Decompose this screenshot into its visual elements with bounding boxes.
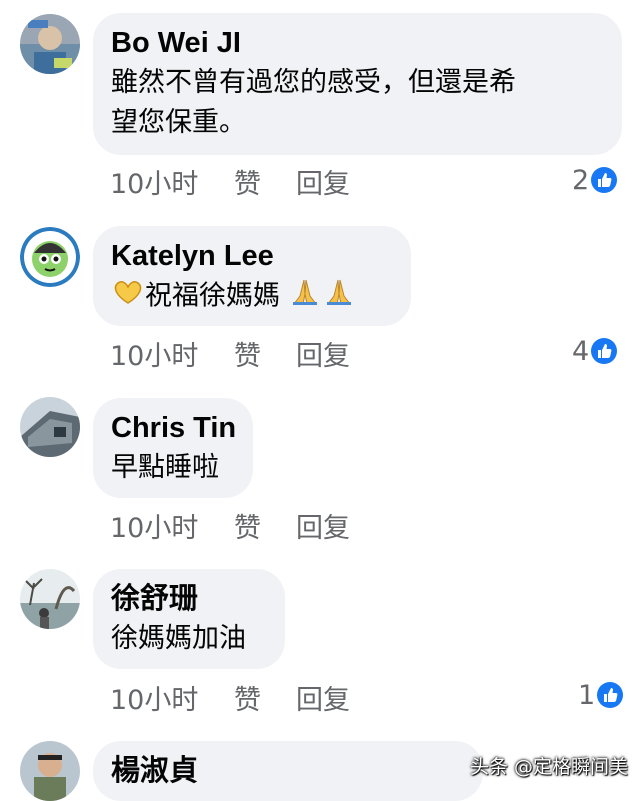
avatar[interactable]	[20, 14, 80, 74]
comment-actions: 10小时 赞回复	[110, 683, 350, 719]
comment-text-line: 望您保重。	[111, 107, 246, 138]
reaction-count-number: 1	[578, 679, 596, 711]
avatar[interactable]	[20, 569, 80, 629]
comment-bubble: 徐舒珊 徐媽媽加油	[93, 569, 285, 669]
folded-hands-icon	[324, 276, 354, 318]
reaction-count-number: 2	[572, 164, 590, 196]
reaction-count[interactable]: 1	[578, 677, 624, 713]
comment-text-content: 祝福徐媽媽	[145, 280, 280, 312]
reply-button[interactable]: 回复	[296, 511, 350, 547]
avatar[interactable]	[20, 397, 80, 457]
reply-button[interactable]: 回复	[296, 339, 350, 375]
comment-text: 祝福徐媽媽	[111, 276, 393, 318]
comment-author[interactable]: 徐舒珊	[111, 581, 267, 617]
comment-actions: 10小时 赞回复	[110, 511, 350, 547]
watermark-text: 头条 @定格瞬间美	[469, 756, 628, 778]
comment-bubble: 楊淑貞	[93, 741, 483, 801]
reaction-count[interactable]: 2	[572, 162, 618, 198]
thumbs-up-icon	[591, 337, 618, 364]
avatar[interactable]	[20, 741, 80, 801]
comment-timestamp: 10小时	[110, 169, 199, 200]
reply-button[interactable]: 回复	[296, 167, 350, 203]
reply-button[interactable]: 回复	[296, 683, 350, 719]
comment-text: 徐媽媽加油	[111, 623, 246, 654]
reaction-count-number: 4	[572, 335, 590, 367]
like-button[interactable]: 赞	[234, 511, 296, 547]
comment-bubble: Chris Tin 早點睡啦	[93, 398, 253, 498]
heart-hands-emoji-icon	[111, 277, 145, 317]
comment-timestamp: 10小时	[110, 513, 199, 544]
comment-author[interactable]: Bo Wei JI	[111, 25, 604, 61]
comment-timestamp: 10小时	[110, 341, 199, 372]
comment-actions: 10小时 赞回复	[110, 339, 350, 375]
like-button[interactable]: 赞	[234, 683, 296, 719]
comment-text: 雖然不曾有過您的感受，但還是希 望您保重。	[111, 63, 604, 143]
like-button[interactable]: 赞	[234, 167, 296, 203]
reaction-count[interactable]: 4	[572, 333, 618, 369]
like-button[interactable]: 赞	[234, 339, 296, 375]
comment-author[interactable]: 楊淑貞	[111, 753, 465, 789]
comment-bubble: Bo Wei JI 雖然不曾有過您的感受，但還是希 望您保重。	[93, 13, 622, 155]
comment-author[interactable]: Chris Tin	[111, 410, 236, 446]
comment-bubble: Katelyn Lee 祝福徐媽媽	[93, 226, 411, 326]
comment-timestamp: 10小时	[110, 685, 199, 716]
thumbs-up-icon	[597, 681, 624, 708]
thumbs-up-icon	[591, 166, 618, 193]
comment-actions: 10小时 赞回复	[110, 167, 350, 203]
comment-text-line: 雖然不曾有過您的感受，但還是希	[111, 67, 516, 98]
avatar[interactable]	[20, 227, 80, 287]
comment-author[interactable]: Katelyn Lee	[111, 238, 393, 274]
folded-hands-icon	[290, 276, 320, 318]
comment-text: 早點睡啦	[111, 452, 219, 483]
